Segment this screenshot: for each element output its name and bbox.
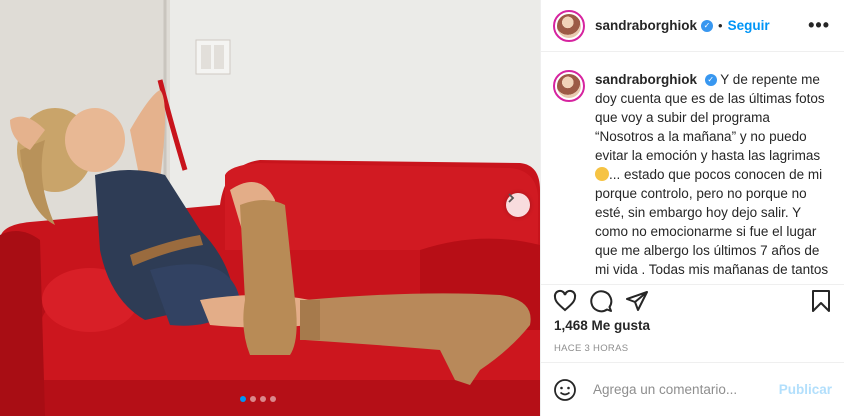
- emoji-button[interactable]: [553, 378, 577, 402]
- verified-badge-icon: ✓: [704, 74, 717, 87]
- comment-bar: Publicar: [541, 362, 844, 416]
- carousel-dot: [250, 396, 256, 402]
- comment-input[interactable]: [591, 381, 779, 398]
- carousel-dot-active: [240, 396, 246, 402]
- follow-button[interactable]: Seguir: [728, 18, 770, 33]
- caption-avatar[interactable]: [553, 70, 585, 102]
- separator: •: [718, 18, 723, 33]
- share-icon: [626, 290, 648, 311]
- header-username[interactable]: sandraborghiok: [595, 18, 697, 33]
- heart-icon: [553, 289, 577, 311]
- like-button[interactable]: [553, 289, 577, 313]
- carousel-dot: [260, 396, 266, 402]
- carousel-indicator: [240, 396, 276, 402]
- publish-button[interactable]: Publicar: [779, 382, 832, 397]
- comment-icon: [590, 289, 613, 312]
- post-photo[interactable]: [0, 0, 540, 416]
- bookmark-icon: [812, 289, 830, 312]
- likes-count[interactable]: 1,468 Me gusta: [554, 318, 650, 333]
- caption-area: sandraborghiok ✓ Y de repente me doy cue…: [553, 70, 834, 276]
- caption-text: sandraborghiok ✓ Y de repente me doy cue…: [595, 70, 831, 276]
- carousel-dot: [270, 396, 276, 402]
- post-timestamp[interactable]: HACE 3 HORAS: [554, 343, 628, 354]
- save-button[interactable]: [810, 289, 832, 313]
- comment-button[interactable]: [589, 289, 613, 313]
- sad-face-emoji-icon: [595, 167, 609, 181]
- photo-illustration: [0, 0, 540, 416]
- next-photo-button[interactable]: [506, 193, 530, 217]
- caption-username[interactable]: sandraborghiok: [595, 72, 697, 87]
- caption-body-2: ... estado que pocos conocen de mi porqu…: [595, 167, 829, 276]
- more-options-button[interactable]: •••: [808, 15, 830, 36]
- emoji-icon: [554, 378, 576, 401]
- verified-badge-icon: ✓: [701, 19, 714, 32]
- share-button[interactable]: [625, 289, 649, 313]
- post-side-panel: sandraborghiok ✓ • Seguir ••• sandraborg…: [540, 0, 844, 416]
- avatar[interactable]: [553, 9, 585, 42]
- chevron-right-icon: [508, 193, 515, 203]
- post-dialog: sandraborghiok ✓ • Seguir ••• sandraborg…: [0, 0, 844, 416]
- post-header: sandraborghiok ✓ • Seguir •••: [541, 0, 844, 52]
- action-bar: [541, 284, 844, 316]
